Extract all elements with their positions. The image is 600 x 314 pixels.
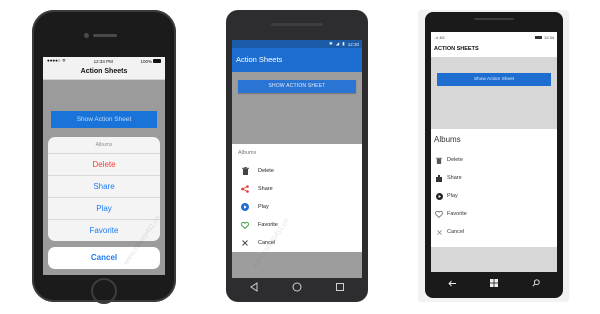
action-delete[interactable]: Delete	[431, 151, 557, 169]
back-arrow-icon[interactable]	[446, 277, 458, 289]
windows-signal: ..ıl 4G	[434, 34, 445, 40]
trash-icon	[431, 157, 447, 164]
windows-speaker	[474, 18, 514, 20]
action-share[interactable]: Share	[48, 176, 160, 198]
action-favorite[interactable]: Favorite	[431, 205, 557, 223]
trash-icon	[232, 167, 258, 175]
windows-battery-icon	[534, 35, 542, 39]
action-share[interactable]: Share	[431, 169, 557, 187]
ios-nav-title: Action Sheets	[43, 65, 165, 80]
action-favorite[interactable]: Favorite	[48, 220, 160, 241]
android-dimmed-content: SHOW ACTION SHEET Albums Delete Share Pl…	[232, 72, 362, 278]
action-label: Favorite	[258, 222, 278, 228]
android-screen: ✱ ◢ ▮ 12:30 Action Sheets SHOW ACTION SH…	[232, 40, 362, 278]
action-label: Delete	[258, 168, 274, 174]
ios-screen: ●●●●○ ᯤ 12:34 PM 100% Action Sheets Show…	[43, 57, 165, 275]
signal-icon: ◢	[335, 41, 340, 46]
action-sheet-title: Albums	[434, 135, 461, 144]
windows-time: 12:34	[543, 34, 554, 40]
action-cancel-button[interactable]: Cancel	[48, 247, 160, 269]
bluetooth-icon: ✱	[329, 41, 333, 46]
windows-page-title: ACTION SHEETS	[434, 46, 479, 52]
ios-battery-percent: 100%	[140, 58, 152, 64]
windows-status-bar: ..ıl 4G 12:34	[431, 32, 557, 42]
home-icon[interactable]	[290, 280, 304, 294]
action-label: Play	[447, 193, 458, 199]
battery-icon	[152, 59, 161, 63]
action-label: Favorite	[447, 211, 467, 217]
windows-start-icon[interactable]	[488, 277, 500, 289]
recents-icon[interactable]	[333, 280, 347, 294]
share-icon	[431, 174, 447, 182]
share-icon	[232, 185, 258, 193]
action-label: Play	[258, 204, 269, 210]
show-action-sheet-button[interactable]: SHOW ACTION SHEET	[238, 80, 356, 93]
ios-battery: 100%	[140, 59, 161, 64]
action-label: Share	[258, 186, 273, 192]
android-nav-bar	[232, 278, 362, 296]
action-play[interactable]: Play	[431, 187, 557, 205]
action-cancel[interactable]: Cancel	[232, 234, 362, 252]
front-camera	[84, 33, 89, 38]
close-icon	[431, 229, 447, 235]
windows-screen: ..ıl 4G 12:34 ACTION SHEETS Show Action …	[431, 32, 557, 272]
earpiece-speaker	[93, 34, 117, 37]
action-play[interactable]: Play	[232, 198, 362, 216]
action-label: Share	[447, 175, 462, 181]
android-speaker	[271, 23, 323, 26]
search-icon[interactable]	[530, 277, 542, 289]
ios-action-sheet: Albums Delete Share Play Favorite	[48, 137, 160, 241]
play-icon	[232, 203, 258, 211]
iphone-device: ●●●●○ ᯤ 12:34 PM 100% Action Sheets Show…	[32, 10, 176, 304]
action-play[interactable]: Play	[48, 198, 160, 220]
play-icon	[431, 192, 447, 200]
android-toolbar-title: Action Sheets	[232, 48, 362, 72]
show-action-sheet-button[interactable]: Show Action Sheet	[437, 73, 551, 86]
show-action-sheet-button[interactable]: Show Action Sheet	[51, 111, 157, 128]
windows-phone-device: ..ıl 4G 12:34 ACTION SHEETS Show Action …	[425, 12, 563, 298]
action-delete[interactable]: Delete	[48, 154, 160, 176]
action-sheet-title: Albums	[238, 150, 257, 156]
heart-icon	[431, 210, 447, 218]
close-icon	[232, 240, 258, 246]
action-share[interactable]: Share	[232, 180, 362, 198]
android-battery-icon: ▮	[342, 41, 345, 46]
ios-status-bar: ●●●●○ ᯤ 12:34 PM 100%	[43, 57, 165, 65]
action-label: Cancel	[258, 240, 276, 246]
windows-content: Show Action Sheet Albums Delete Share Pl…	[431, 57, 557, 272]
windows-status-right: 12:34	[534, 34, 554, 40]
action-label: Cancel	[447, 229, 465, 235]
back-icon[interactable]	[247, 280, 261, 294]
action-sheet-title: Albums	[48, 137, 160, 154]
action-delete[interactable]: Delete	[232, 162, 362, 180]
android-status-bar: ✱ ◢ ▮ 12:30	[232, 40, 362, 48]
home-button[interactable]	[91, 278, 117, 304]
heart-icon	[232, 221, 258, 229]
windows-action-sheet: Albums Delete Share Play Favorite Cancel	[431, 129, 557, 247]
ios-carrier: ●●●●○ ᯤ	[47, 58, 66, 63]
windows-nav-bar	[431, 274, 557, 292]
action-cancel[interactable]: Cancel	[431, 223, 557, 241]
android-bottom-sheet: Albums Delete Share Play Favorite Cancel	[232, 144, 362, 252]
action-label: Delete	[447, 157, 463, 163]
action-favorite[interactable]: Favorite	[232, 216, 362, 234]
android-time: 12:30	[347, 41, 359, 47]
ios-time: 12:34 PM	[93, 58, 113, 64]
android-device: ✱ ◢ ▮ 12:30 Action Sheets SHOW ACTION SH…	[226, 10, 368, 302]
